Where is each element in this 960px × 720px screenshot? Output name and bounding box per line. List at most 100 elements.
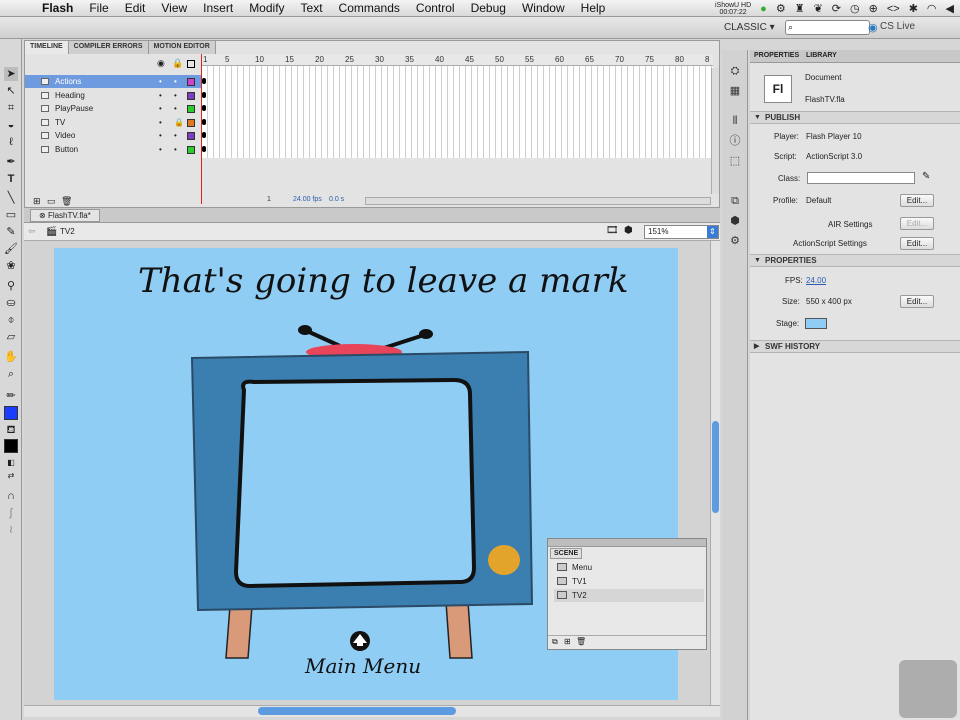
paint-bucket-tool-icon[interactable]: ⛀ bbox=[4, 296, 18, 310]
paw-icon[interactable]: ❦ bbox=[814, 2, 823, 15]
keyframe[interactable] bbox=[202, 78, 206, 84]
tv-legs[interactable] bbox=[225, 601, 473, 659]
size-edit-button[interactable]: Edit... bbox=[900, 295, 934, 308]
subselection-tool-icon[interactable]: ↖ bbox=[4, 84, 18, 98]
menu-control[interactable]: Control bbox=[408, 1, 463, 15]
lasso-tool-icon[interactable]: ℓ bbox=[4, 135, 18, 149]
time-machine-icon[interactable]: ◷ bbox=[850, 2, 860, 15]
profile-edit-button[interactable]: Edit... bbox=[900, 194, 934, 207]
layer-outline-color[interactable] bbox=[187, 91, 195, 100]
tab-properties[interactable]: PROPERTIES bbox=[754, 52, 799, 59]
tab-motion-editor[interactable]: MOTION EDITOR bbox=[148, 41, 216, 54]
status-dot-icon[interactable]: ● bbox=[760, 3, 767, 15]
layer-outline-color[interactable] bbox=[187, 118, 195, 127]
visibility-dot[interactable]: • bbox=[159, 116, 162, 129]
scene-panel-header[interactable] bbox=[548, 539, 706, 547]
menu-modify[interactable]: Modify bbox=[241, 1, 292, 15]
bluetooth-icon[interactable]: ✱ bbox=[909, 2, 918, 15]
layer-row[interactable]: Button • • bbox=[25, 143, 201, 156]
lock-dot[interactable]: 🔒 bbox=[174, 116, 184, 129]
black-white-icon[interactable]: ◧ bbox=[4, 456, 18, 470]
visibility-dot[interactable]: • bbox=[159, 129, 162, 142]
keyframe[interactable] bbox=[202, 118, 206, 125]
snap-magnet-icon[interactable]: ∩ bbox=[4, 489, 18, 503]
stroke-color-icon[interactable]: ✏ bbox=[4, 389, 18, 403]
brush-tool-icon[interactable]: 🖌 bbox=[4, 242, 18, 256]
stage-vscroll[interactable] bbox=[710, 241, 720, 705]
delete-layer-icon[interactable]: 🗑 bbox=[61, 196, 72, 207]
help-search-input[interactable]: ⌕ bbox=[785, 20, 870, 35]
outline-icon[interactable] bbox=[187, 60, 195, 68]
edit-scene-icon[interactable]: 🎞 bbox=[606, 225, 619, 236]
timeline-vscroll[interactable] bbox=[711, 68, 719, 194]
eye-icon[interactable]: ◉ bbox=[157, 58, 165, 69]
menu-file[interactable]: File bbox=[81, 1, 116, 15]
layer-row[interactable]: TV • 🔒 bbox=[25, 116, 201, 129]
layer-row[interactable]: PlayPause • • bbox=[25, 102, 201, 115]
fps-readout[interactable]: 24.00 fps bbox=[293, 196, 322, 203]
visibility-dot[interactable]: • bbox=[159, 143, 162, 156]
align-icon[interactable]: ⫴ bbox=[728, 114, 742, 128]
new-layer-icon[interactable]: ⊞ bbox=[33, 196, 41, 207]
layer-outline-color[interactable] bbox=[187, 105, 195, 113]
free-transform-tool-icon[interactable]: ⌗ bbox=[4, 101, 18, 115]
edit-symbols-icon[interactable]: ⬢ bbox=[624, 225, 633, 236]
smooth-icon[interactable]: ∫ bbox=[4, 506, 18, 520]
code-snippets-icon[interactable]: ⧉ bbox=[728, 194, 742, 208]
lock-dot[interactable]: • bbox=[174, 89, 177, 102]
menu-app-flash[interactable]: Flash bbox=[34, 1, 81, 15]
fill-color-icon[interactable]: ⛾ bbox=[4, 423, 18, 437]
time-readout[interactable]: 0.0 s bbox=[329, 196, 344, 203]
fill-color-swatch[interactable] bbox=[4, 439, 18, 453]
info-icon[interactable]: ⓘ bbox=[728, 134, 742, 148]
menu-insert[interactable]: Insert bbox=[195, 1, 241, 15]
touch-overlay-widget[interactable] bbox=[899, 660, 957, 718]
stage-heading[interactable]: That's going to leave a mark bbox=[138, 261, 628, 301]
hat-icon[interactable]: ♜ bbox=[795, 2, 805, 15]
swap-colors-icon[interactable]: ⇄ bbox=[4, 469, 18, 483]
keyframe[interactable] bbox=[202, 132, 206, 138]
keyframe[interactable] bbox=[202, 91, 206, 98]
layer-outline-color[interactable] bbox=[187, 132, 195, 140]
scene-item-tv1[interactable]: TV1 bbox=[554, 575, 704, 588]
visibility-dot[interactable]: • bbox=[159, 75, 162, 88]
zoom-select[interactable]: 151% ⇕ bbox=[644, 225, 719, 239]
components-icon[interactable]: ⬢ bbox=[728, 214, 742, 228]
motion-presets-icon[interactable]: ⛭ bbox=[728, 64, 742, 78]
playhead[interactable] bbox=[201, 54, 202, 204]
hand-tool-icon[interactable]: ✋ bbox=[4, 350, 18, 364]
tv-body[interactable] bbox=[190, 350, 534, 612]
bone-tool-icon[interactable]: ⚲ bbox=[4, 279, 18, 293]
layer-outline-color[interactable] bbox=[187, 145, 195, 154]
main-menu-button[interactable]: Main Menu bbox=[304, 631, 421, 678]
actionscript-edit-button[interactable]: Edit... bbox=[900, 237, 934, 250]
close-icon[interactable]: ⊗ bbox=[39, 211, 48, 220]
menu-text[interactable]: Text bbox=[293, 1, 331, 15]
cs-live-button[interactable]: CS Live bbox=[880, 21, 915, 32]
eyedropper-tool-icon[interactable]: ⌽ bbox=[4, 313, 18, 327]
lock-dot[interactable]: • bbox=[174, 129, 177, 142]
tab-compiler-errors[interactable]: COMPILER ERRORS bbox=[68, 41, 149, 54]
keyframe[interactable] bbox=[202, 105, 206, 111]
zoom-tool-icon[interactable]: ⌕ bbox=[4, 367, 18, 381]
code-icon[interactable]: <> bbox=[887, 3, 900, 15]
text-tool-icon[interactable]: T bbox=[4, 172, 18, 186]
layer-row[interactable]: Video • • bbox=[25, 129, 201, 142]
tab-library[interactable]: LIBRARY bbox=[806, 52, 837, 59]
visibility-dot[interactable]: • bbox=[159, 89, 162, 102]
menu-debug[interactable]: Debug bbox=[463, 1, 514, 15]
wifi-icon[interactable]: ◠ bbox=[927, 2, 937, 15]
lock-dot[interactable]: • bbox=[174, 143, 177, 156]
straighten-icon[interactable]: ≀ bbox=[4, 523, 18, 537]
back-arrow-icon[interactable]: ⇦ bbox=[28, 226, 36, 237]
pencil-tool-icon[interactable]: ✎ bbox=[4, 225, 18, 239]
3d-rotation-tool-icon[interactable]: ◒ bbox=[4, 118, 18, 132]
properties-section[interactable]: ▼ PROPERTIES bbox=[750, 254, 960, 267]
publish-section[interactable]: ▼ PUBLISH bbox=[750, 111, 960, 124]
menu-commands[interactable]: Commands bbox=[331, 1, 408, 15]
behaviors-icon[interactable]: ⚙ bbox=[728, 234, 742, 248]
menu-window[interactable]: Window bbox=[514, 1, 573, 15]
pen-tool-icon[interactable]: ✒ bbox=[4, 155, 18, 169]
workspace-switcher[interactable]: CLASSIC ▾ bbox=[724, 22, 775, 33]
gear-icon[interactable]: ⚙ bbox=[776, 2, 786, 15]
